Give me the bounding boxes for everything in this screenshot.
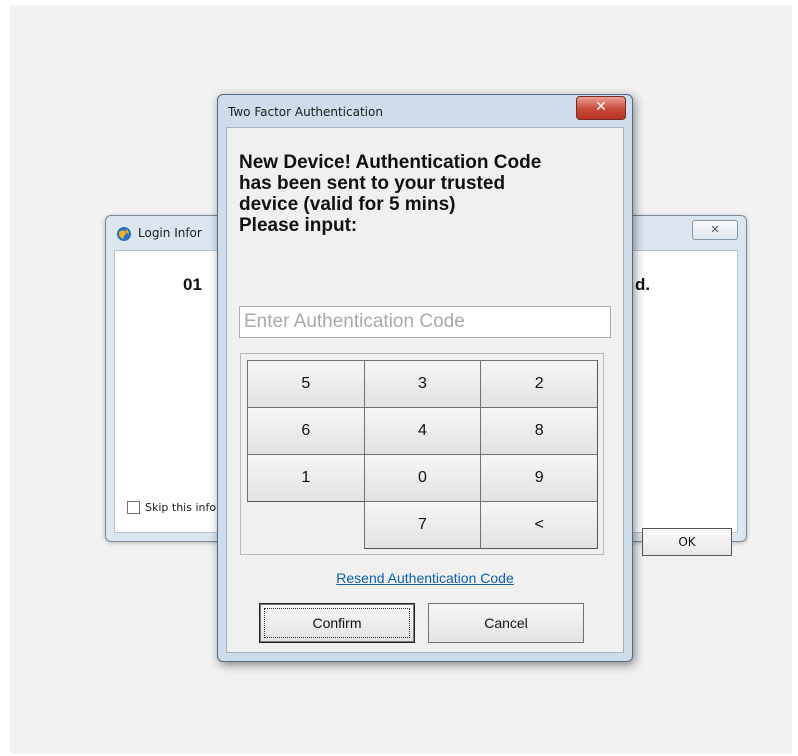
instructions-line: Please input: (239, 215, 358, 236)
instructions-line: New Device! Authentication Code (239, 152, 542, 173)
ok-button[interactable]: OK (642, 528, 732, 556)
dialog-title: Two Factor Authentication (228, 105, 383, 119)
authentication-code-input[interactable] (239, 306, 611, 338)
skip-info-label: Skip this info (145, 501, 217, 514)
keypad-key[interactable]: 5 (247, 360, 365, 408)
instructions-text: New Device! Authentication Code has been… (239, 152, 619, 236)
keypad-key[interactable]: 6 (247, 407, 365, 455)
resend-code-link[interactable]: Resend Authentication Code (227, 570, 623, 586)
dialog-close-button[interactable]: ✕ (576, 96, 626, 120)
keypad-key[interactable]: 3 (363, 360, 482, 408)
close-button[interactable]: ✕ (692, 220, 738, 240)
checkbox-box[interactable] (127, 501, 140, 514)
message-text-start: 01 (183, 275, 202, 294)
backspace-key[interactable]: < (480, 501, 598, 549)
app-globe-icon (116, 226, 132, 242)
instructions-line: device (valid for 5 mins) (239, 194, 456, 215)
message-text-end: d. (635, 275, 651, 294)
keypad-key[interactable]: 2 (480, 360, 598, 408)
numeric-keypad: 5 3 2 6 4 8 1 0 9 7 < (240, 353, 604, 555)
instructions-line: has been sent to your trusted (239, 173, 506, 194)
cancel-button[interactable]: Cancel (428, 603, 584, 643)
keypad-key[interactable]: 8 (480, 407, 598, 455)
close-icon: ✕ (710, 223, 720, 236)
keypad-key[interactable]: 4 (363, 407, 482, 455)
dialog-client-area: New Device! Authentication Code has been… (226, 127, 624, 653)
desktop-canvas: Login Infor ✕ 01 d. Skip this info OK Tw… (10, 5, 792, 754)
two-factor-dialog: Two Factor Authentication ✕ New Device! … (217, 94, 633, 662)
keypad-key[interactable]: 1 (247, 454, 365, 502)
keypad-empty-slot (247, 501, 364, 548)
close-icon: ✕ (595, 99, 607, 115)
skip-info-checkbox[interactable]: Skip this info (127, 501, 216, 514)
window-title: Login Infor (138, 226, 202, 240)
keypad-key[interactable]: 0 (363, 454, 482, 502)
keypad-key[interactable]: 9 (480, 454, 598, 502)
keypad-key[interactable]: 7 (363, 501, 482, 549)
confirm-button[interactable]: Confirm (259, 603, 415, 643)
focus-ring (264, 608, 410, 638)
